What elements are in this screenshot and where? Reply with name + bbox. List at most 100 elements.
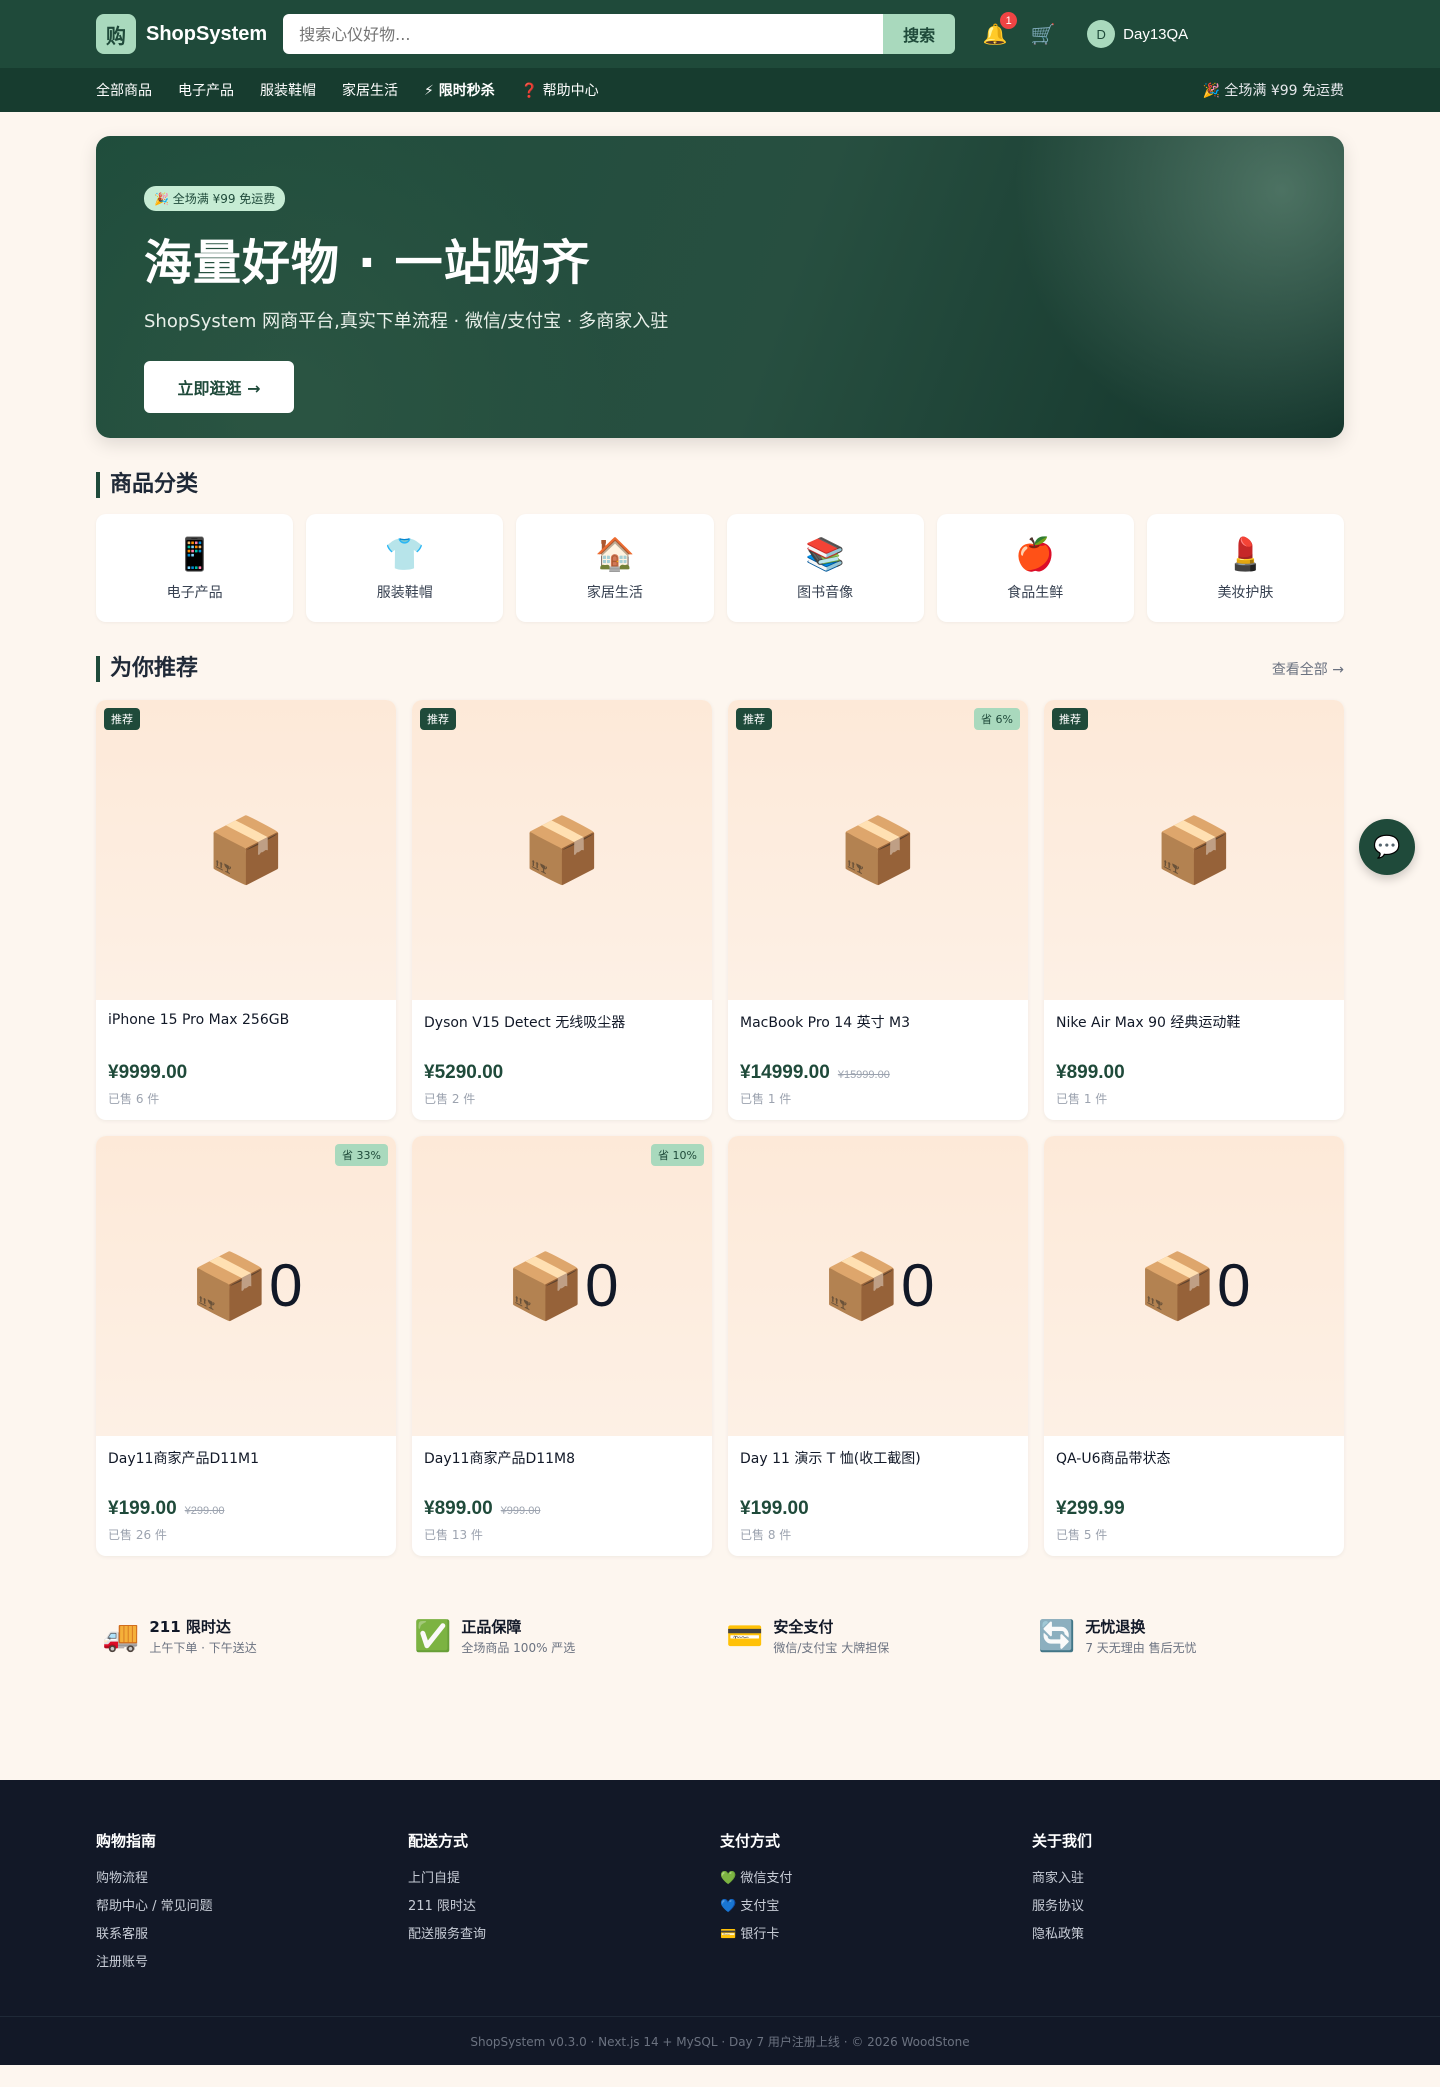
footer-link[interactable]: 💙 支付宝	[720, 1893, 1032, 1921]
product-card[interactable]: 省 10% 📦 0 Day11商家产品D11M8 ¥899.00 ¥999.00 已售 13…	[412, 1136, 712, 1556]
category-apparel[interactable]: 👕 服装鞋帽	[306, 514, 504, 622]
credit-card-icon: 💳	[726, 1619, 764, 1653]
product-price: ¥199.00	[740, 1498, 809, 1519]
categories-title: 商品分类	[96, 472, 198, 498]
footer-columns: 购物指南购物流程 帮助中心 / 常见问题 联系客服 注册账号 配送方式上门自提 211 限…	[96, 1780, 1344, 2016]
feature-title: 211 限时达	[149, 1618, 231, 1636]
recommended-badge: 推荐	[420, 708, 456, 730]
nav-bar: 全部商品 电子产品 服装鞋帽 家居生活 ⚡ 限时秒杀 ❓ 帮助中心 🎉 全场满 …	[0, 68, 1440, 112]
cart-button[interactable]: 🛒	[1029, 20, 1057, 48]
feature-authentic: ✅ 正品保障 全场商品 100% 严选	[408, 1616, 720, 1656]
product-price: ¥5290.00	[424, 1062, 504, 1083]
category-beauty[interactable]: 💄 美妆护肤	[1146, 514, 1345, 622]
username: Day13QA	[1123, 25, 1189, 43]
header-actions: 🔔 1 🛒 D Day13QA	[981, 12, 1188, 48]
category-label: 服装鞋帽	[376, 585, 433, 601]
refresh-icon: 🔄	[1038, 1619, 1076, 1653]
feature-desc: 全场商品 100% 严选	[461, 1641, 576, 1655]
recommended-badge: 推荐	[1052, 708, 1088, 730]
category-label: 美妆护肤	[1217, 585, 1274, 601]
house-icon: 🏠	[595, 536, 635, 572]
footer-column-title: 关于我们	[1032, 1832, 1093, 1850]
product-name: Day11商家产品D11M1	[108, 1451, 260, 1467]
footer-column-title: 购物指南	[96, 1832, 157, 1850]
category-electronics[interactable]: 📱 电子产品	[96, 514, 294, 622]
footer-link[interactable]: 上门自提	[408, 1865, 720, 1893]
image-placeholder-text: 0	[1217, 1252, 1251, 1319]
check-icon: ✅	[414, 1619, 452, 1653]
free-shipping-promo: 🎉 全场满 ¥99 免运费	[1202, 83, 1344, 99]
view-all-link[interactable]: 查看全部 →	[1272, 659, 1344, 679]
footer-link[interactable]: 帮助中心 / 常见问题	[96, 1893, 408, 1921]
books-icon: 📚	[805, 536, 846, 572]
feature-easy-returns: 🔄 无忧退换 7 天无理由 售后无忧	[1032, 1616, 1344, 1656]
logo[interactable]: 购 ShopSystem	[96, 14, 267, 54]
product-card[interactable]: 省 33% 📦 0 Day11商家产品D11M1 ¥199.00 ¥299.00 已售 26…	[96, 1136, 396, 1556]
service-features: 🚚 211 限时达 上午下单 · 下午送达 ✅ 正品保障 全场商品 100% 严…	[96, 1616, 1344, 1656]
notifications-button[interactable]: 🔔 1	[981, 12, 1018, 48]
nav-electronics[interactable]: 电子产品	[178, 80, 234, 100]
search-button[interactable]: 搜索	[883, 14, 956, 54]
footer-link[interactable]: 💳 银行卡	[720, 1921, 1032, 1949]
product-price: ¥9999.00	[108, 1062, 188, 1083]
product-image: 省 33% 📦 0	[96, 1136, 396, 1436]
footer-link[interactable]: 服务协议	[1032, 1893, 1344, 1921]
product-card[interactable]: 推荐 省 6% 📦 MacBook Pro 14 英寸 M3 ¥14999.00 ¥159…	[728, 700, 1028, 1120]
footer-link[interactable]: 隐私政策	[1032, 1921, 1344, 1949]
user-menu[interactable]: D Day13QA	[1087, 20, 1188, 48]
footer-link[interactable]: 联系客服	[96, 1921, 408, 1949]
package-icon: 📦	[522, 813, 602, 886]
discount-badge: 省 6%	[974, 708, 1020, 730]
category-books[interactable]: 📚 图书音像	[726, 514, 924, 622]
feature-desc: 7 天无理由 售后无忧	[1085, 1641, 1197, 1655]
avatar: D	[1087, 20, 1116, 48]
nav-help-center[interactable]: ❓ 帮助中心	[521, 80, 599, 100]
product-image: 📦 0	[728, 1136, 1028, 1436]
hero-badge: 🎉 全场满 ¥99 免运费	[144, 186, 286, 211]
footer-link[interactable]: 商家入驻	[1032, 1865, 1344, 1893]
category-label: 家居生活	[586, 585, 643, 601]
chat-button[interactable]: 💬	[1359, 819, 1415, 875]
search-input[interactable]	[283, 14, 884, 54]
discount-badge: 省 10%	[651, 1144, 704, 1166]
product-card[interactable]: 📦 0 Day 11 演示 T 恤(收工截图) ¥199.00 已售 8 件	[728, 1136, 1028, 1556]
sold-count: 已售 5 件	[1056, 1528, 1108, 1542]
footer-link[interactable]: 购物流程	[96, 1865, 408, 1893]
product-name: Day11商家产品D11M8	[424, 1451, 576, 1467]
feature-fast-delivery: 🚚 211 限时达 上午下单 · 下午送达	[96, 1616, 408, 1656]
search-bar: 搜索	[283, 14, 956, 54]
category-home[interactable]: 🏠 家居生活	[516, 514, 714, 622]
nav-flash-sale[interactable]: ⚡ 限时秒杀	[424, 80, 495, 100]
footer-column-title: 支付方式	[720, 1832, 781, 1850]
product-card[interactable]: 推荐 📦 Nike Air Max 90 经典运动鞋 ¥899.00 已售 1 件	[1044, 700, 1344, 1120]
copyright: ShopSystem v0.3.0 · Next.js 14 + MySQL ·…	[0, 2016, 1440, 2065]
hero-banner: 🎉 全场满 ¥99 免运费 海量好物 · 一站购齐 ShopSystem 网商平…	[96, 136, 1344, 438]
nav-all-products[interactable]: 全部商品	[96, 80, 152, 100]
category-label: 食品生鲜	[1007, 585, 1064, 601]
footer-link[interactable]: 💚 微信支付	[720, 1865, 1032, 1893]
package-icon: 📦	[838, 813, 918, 886]
footer-column-title: 配送方式	[408, 1832, 469, 1850]
nav-home-living[interactable]: 家居生活	[342, 80, 398, 100]
shop-now-button[interactable]: 立即逛逛 →	[144, 361, 294, 413]
package-icon: 📦	[505, 1249, 586, 1322]
feature-desc: 上午下单 · 下午送达	[149, 1641, 257, 1655]
product-card[interactable]: 推荐 📦 Dyson V15 Detect 无线吸尘器 ¥5290.00 已售 2 件	[412, 700, 712, 1120]
product-name: MacBook Pro 14 英寸 M3	[740, 1015, 911, 1031]
category-label: 电子产品	[166, 585, 223, 601]
notification-badge: 1	[1000, 12, 1018, 29]
sold-count: 已售 1 件	[1056, 1092, 1108, 1106]
product-image: 推荐 📦	[412, 700, 712, 1000]
nav-apparel[interactable]: 服装鞋帽	[260, 80, 316, 100]
brand-name: ShopSystem	[146, 22, 268, 45]
footer-link[interactable]: 211 限时达	[408, 1893, 720, 1921]
category-food[interactable]: 🍎 食品生鲜	[936, 514, 1134, 622]
product-card[interactable]: 📦 0 QA-U6商品带状态 ¥299.99 已售 5 件	[1044, 1136, 1344, 1556]
footer: 购物指南购物流程 帮助中心 / 常见问题 联系客服 注册账号 配送方式上门自提 211 限…	[0, 1780, 1440, 2065]
product-image: 推荐 📦	[96, 700, 396, 1000]
top-header: 购 ShopSystem 搜索 🔔 1 🛒 D Day13QA	[0, 0, 1440, 68]
footer-link[interactable]: 配送服务查询	[408, 1921, 720, 1949]
product-name: iPhone 15 Pro Max 256GB	[108, 1012, 290, 1028]
footer-link[interactable]: 注册账号	[96, 1949, 408, 1977]
product-card[interactable]: 推荐 📦 iPhone 15 Pro Max 256GB ¥9999.00 已售 6 件	[96, 700, 396, 1120]
